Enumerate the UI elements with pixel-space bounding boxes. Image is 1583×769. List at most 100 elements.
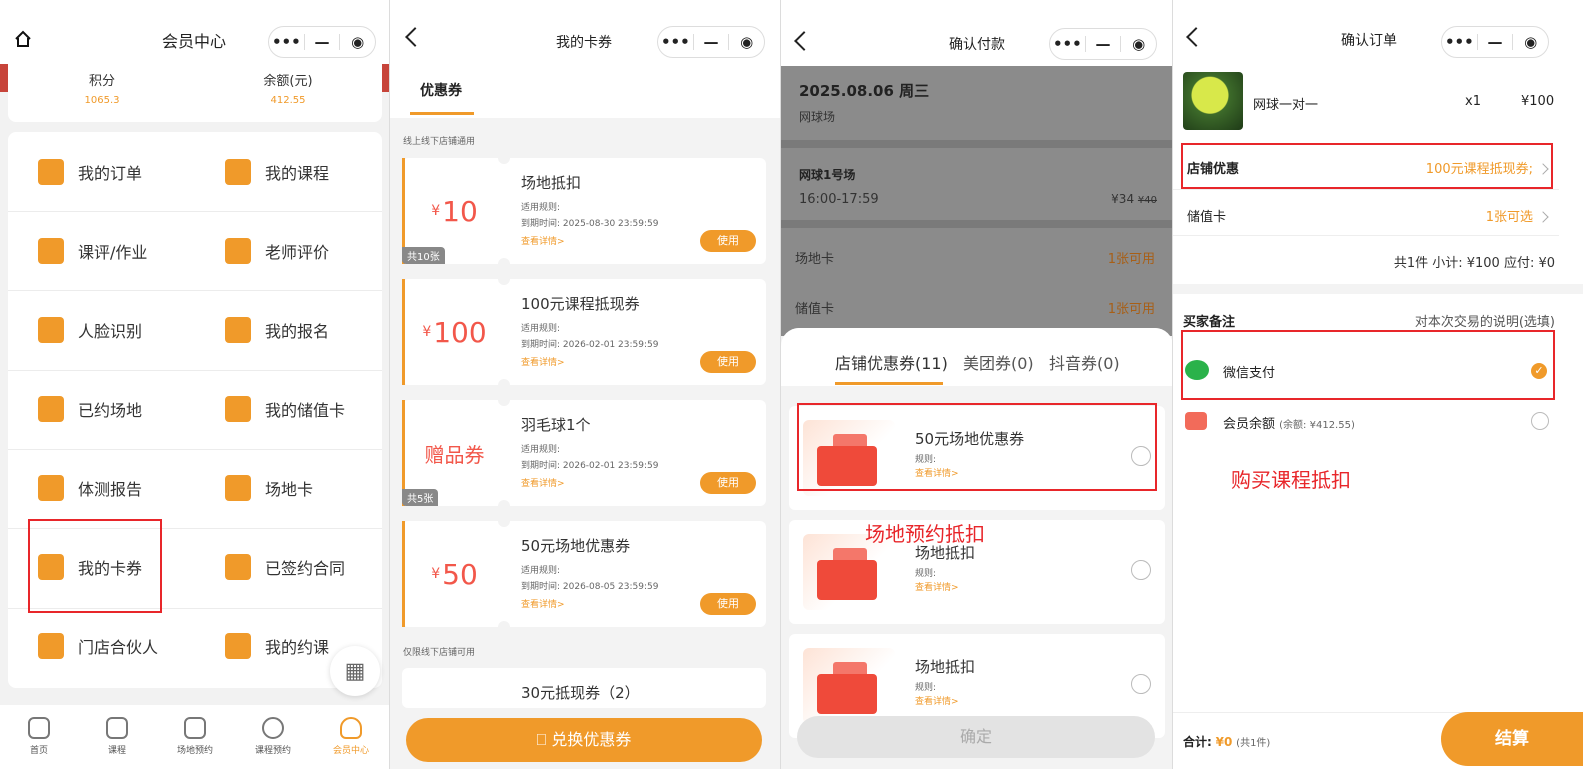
coupon-card[interactable]: 赠品券 羽毛球1个 适用规则: 到期时间: 2026-02-01 23:59:59 查看… xyxy=(402,400,766,506)
checkout-button[interactable]: 结算 xyxy=(1441,712,1583,766)
radio-button[interactable] xyxy=(1131,560,1151,580)
confirm-payment-screen: 确认付款 ••• — ◉ 2025.08.06 周三 网球场 网球1号场 16:00… xyxy=(781,0,1173,769)
tab-course[interactable]: 课程 xyxy=(78,705,156,769)
product-image xyxy=(1183,72,1243,130)
minimize-icon[interactable]: — xyxy=(305,33,340,51)
back-icon[interactable] xyxy=(794,31,814,51)
more-icon[interactable]: ••• xyxy=(658,33,693,51)
face-scan-icon xyxy=(38,316,64,343)
minimize-icon[interactable]: — xyxy=(694,33,729,51)
menu-item[interactable]: 我的课程 xyxy=(195,132,382,211)
use-button[interactable]: 使用 xyxy=(700,472,756,494)
menu-item[interactable]: 场地卡 xyxy=(195,448,382,527)
tab-member-center[interactable]: 会员中心 xyxy=(312,705,390,769)
menu-item[interactable]: 已约场地 xyxy=(8,369,195,448)
more-icon[interactable]: ••• xyxy=(269,33,304,51)
menu-item[interactable]: 已签约合同 xyxy=(195,527,382,606)
exchange-coupon-button[interactable]: ⎕ 兑换优惠券 xyxy=(406,718,762,762)
home-icon[interactable] xyxy=(14,30,32,47)
count-badge: 共10张 xyxy=(402,247,445,264)
close-target-icon[interactable]: ◉ xyxy=(340,33,375,51)
page-title: 确认付款 xyxy=(949,37,1005,53)
minimize-icon[interactable]: — xyxy=(1086,35,1121,53)
menu-item[interactable]: 我的订单 xyxy=(8,132,195,211)
tab-venue-booking[interactable]: 场地预约 xyxy=(156,705,234,769)
view-details-link[interactable]: 查看详情> xyxy=(521,476,565,489)
clipboard-icon xyxy=(225,632,251,659)
menu-item[interactable]: 老师评价 xyxy=(195,211,382,290)
menu-item[interactable]: 我的报名 xyxy=(195,290,382,369)
balance-stat[interactable]: 余额(元) 412.55 xyxy=(228,70,348,106)
mini-program-capsule[interactable]: ••• — ◉ xyxy=(1441,26,1549,58)
my-coupons-screen: 我的卡券 ••• — ◉ 优惠券 线上线下店铺通用 ¥10 场地抵扣 适用规则: 到期时间… xyxy=(390,0,781,769)
tab-coupons[interactable]: 优惠券 xyxy=(420,80,462,100)
wallet-icon xyxy=(1185,412,1207,430)
coupon-card[interactable]: ¥100 100元课程抵现券 适用规则: 到期时间: 2026-02-01 23:59… xyxy=(402,279,766,385)
annotation-label: 场地预约抵扣 xyxy=(865,522,985,546)
tab-meituan-coupons[interactable]: 美团券(0) xyxy=(963,350,1034,374)
use-button[interactable]: 使用 xyxy=(700,351,756,373)
menu-item[interactable]: 体测报告 xyxy=(8,448,195,527)
mini-program-capsule[interactable]: ••• — ◉ xyxy=(657,26,765,58)
stored-value-card-row[interactable]: 储值卡 1张可选 xyxy=(1173,192,1559,236)
count-badge: 共5张 xyxy=(402,489,439,506)
use-button[interactable]: 使用 xyxy=(700,593,756,615)
coupon-amount: ¥100 xyxy=(402,279,504,385)
menu-item[interactable]: 我的储值卡 xyxy=(195,369,382,448)
flag-icon xyxy=(225,316,251,343)
highlight-box xyxy=(797,403,1157,491)
coupon-tabs: 优惠券 xyxy=(390,66,781,118)
radio-button[interactable] xyxy=(1131,674,1151,694)
balance-pay-option[interactable]: 会员余额 (余额: ¥412.55) xyxy=(1181,404,1555,440)
menu-item[interactable]: 人脸识别 xyxy=(8,290,195,369)
coupon-card[interactable]: ¥50 50元场地优惠券 适用规则: 到期时间: 2026-08-05 23:59:5… xyxy=(402,521,766,627)
minimize-icon[interactable]: — xyxy=(1478,33,1513,51)
mini-program-capsule[interactable]: ••• — ◉ xyxy=(268,26,376,58)
user-icon xyxy=(340,717,362,739)
close-target-icon[interactable]: ◉ xyxy=(729,33,764,51)
dimmed-background: 2025.08.06 周三 网球场 网球1号场 16:00-17:59 ¥34 … xyxy=(781,66,1173,336)
coupon-picker-sheet: 店铺优惠券(11) 美团券(0) 抖音券(0) 50元场地优惠券 规则: 查看详情>… xyxy=(781,328,1173,769)
back-icon[interactable] xyxy=(1186,27,1206,47)
view-details-link[interactable]: 查看详情> xyxy=(915,694,959,707)
coupon-card[interactable]: ¥10 场地抵扣 适用规则: 到期时间: 2025-08-30 23:59:59 查看详… xyxy=(402,158,766,264)
page-title: 会员中心 xyxy=(162,32,227,51)
close-target-icon[interactable]: ◉ xyxy=(1513,33,1548,51)
product-price: ¥100 xyxy=(1521,94,1555,109)
ticket-icon: ⎕ xyxy=(536,730,552,749)
coupon-card[interactable]: 30元抵现券（2） xyxy=(402,668,766,708)
tab-course-booking[interactable]: 课程预约 xyxy=(234,705,312,769)
bag-icon xyxy=(106,717,128,739)
gift-box-image xyxy=(803,648,895,724)
coupon-title: 羽毛球1个 xyxy=(521,416,591,434)
use-button[interactable]: 使用 xyxy=(700,230,756,252)
tab-douyin-coupons[interactable]: 抖音券(0) xyxy=(1049,350,1120,374)
view-details-link[interactable]: 查看详情> xyxy=(915,580,959,593)
more-icon[interactable]: ••• xyxy=(1050,35,1085,53)
back-icon[interactable] xyxy=(405,27,425,47)
contract-icon xyxy=(225,553,251,580)
radio-button[interactable] xyxy=(1531,412,1549,430)
remark-input[interactable]: 对本次交易的说明(选填) xyxy=(1415,311,1555,330)
highlight-box xyxy=(28,519,162,613)
points-stat[interactable]: 积分 1065.3 xyxy=(42,70,162,106)
open-book-icon xyxy=(38,237,64,264)
stats-card: 积分 1065.3 余额(元) 412.55 xyxy=(8,60,382,122)
tab-store-coupons[interactable]: 店铺优惠券(11) xyxy=(835,350,948,374)
view-details-link[interactable]: 查看详情> xyxy=(521,234,565,247)
view-details-link[interactable]: 查看详情> xyxy=(521,355,565,368)
confirm-button[interactable]: 确定 xyxy=(797,716,1155,758)
mini-program-capsule[interactable]: ••• — ◉ xyxy=(1049,28,1157,60)
view-details-link[interactable]: 查看详情> xyxy=(521,597,565,610)
tab-home[interactable]: 首页 xyxy=(0,705,78,769)
page-title: 我的卡券 xyxy=(556,35,612,51)
star-icon xyxy=(225,237,251,264)
qr-code-icon[interactable]: ▦ xyxy=(330,646,380,696)
menu-item[interactable]: 课评/作业 xyxy=(8,211,195,290)
menu-item[interactable]: 门店合伙人 xyxy=(8,606,195,685)
more-icon[interactable]: ••• xyxy=(1442,33,1477,51)
star-icon xyxy=(225,474,251,501)
close-target-icon[interactable]: ◉ xyxy=(1121,35,1156,53)
coupon-title: 场地抵扣 xyxy=(521,174,582,192)
annotation-label: 购买课程抵扣 xyxy=(1231,468,1351,492)
